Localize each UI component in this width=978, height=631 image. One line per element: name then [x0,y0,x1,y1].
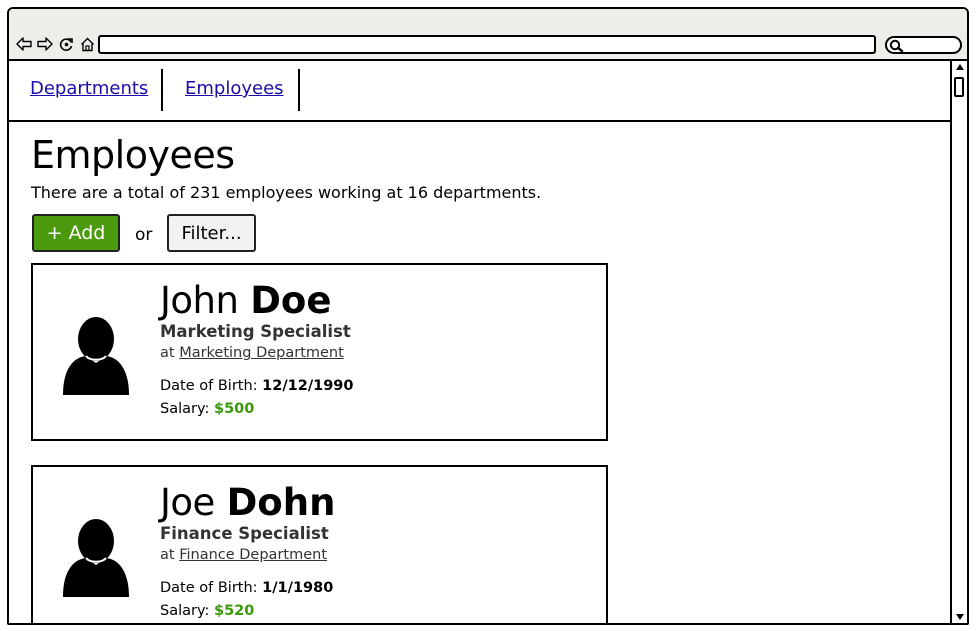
dob-label: Date of Birth: [160,580,258,596]
employee-first-name: Joe [160,481,215,524]
at-label: at [160,345,175,361]
salary-value: $520 [214,603,255,619]
nav-link-employees[interactable]: Employees [185,78,284,99]
employee-last-name: Dohn [226,481,336,524]
search-icon [889,38,905,57]
employee-salary: Salary: $520 [160,603,254,619]
scroll-down-icon[interactable] [953,611,966,623]
at-label: at [160,547,175,563]
page-content: Departments Employees Employees There ar… [9,61,951,623]
employee-name: John Doe [160,279,331,322]
nav-link-departments[interactable]: Departments [30,78,148,99]
or-label: or [135,225,153,245]
url-input[interactable] [98,35,876,54]
back-icon[interactable] [15,35,33,53]
scrollbar-thumb[interactable] [954,77,964,97]
dob-value: 1/1/1980 [262,580,334,596]
vertical-scrollbar[interactable] [950,61,967,623]
employee-card: John Doe Marketing Specialist at Marketi… [31,263,608,441]
salary-label: Salary: [160,401,210,417]
avatar-icon [61,517,131,597]
filter-button[interactable]: Filter... [167,214,256,252]
employee-role: Finance Specialist [160,524,329,543]
employee-dob: Date of Birth: 1/1/1980 [160,580,333,596]
employee-last-name: Doe [250,279,332,322]
reload-icon[interactable] [57,35,75,53]
employee-salary: Salary: $500 [160,401,254,417]
employee-department: at Finance Department [160,547,327,563]
add-button[interactable]: + Add [32,214,120,252]
employee-name: Joe Dohn [160,481,335,524]
employee-role: Marketing Specialist [160,322,351,341]
page-title: Employees [31,133,235,177]
salary-value: $500 [214,401,255,417]
nav-divider [298,69,300,111]
browser-window: Departments Employees Employees There ar… [7,7,969,625]
employee-dob: Date of Birth: 12/12/1990 [160,378,353,394]
browser-nav-buttons [15,35,96,53]
avatar-icon [61,315,131,395]
nav-divider [161,69,163,111]
employee-summary: There are a total of 231 employees worki… [31,183,542,202]
forward-icon[interactable] [36,35,54,53]
browser-search-input[interactable] [885,36,962,54]
department-link[interactable]: Marketing Department [179,345,344,361]
browser-toolbar [9,9,967,61]
salary-label: Salary: [160,603,210,619]
employee-card: Joe Dohn Finance Specialist at Finance D… [31,465,608,623]
home-icon[interactable] [78,35,96,53]
top-nav: Departments Employees [9,61,951,122]
dob-label: Date of Birth: [160,378,258,394]
department-link[interactable]: Finance Department [179,547,327,563]
employee-department: at Marketing Department [160,345,344,361]
scroll-up-icon[interactable] [953,61,966,73]
dob-value: 12/12/1990 [262,378,354,394]
employee-first-name: John [160,279,239,322]
